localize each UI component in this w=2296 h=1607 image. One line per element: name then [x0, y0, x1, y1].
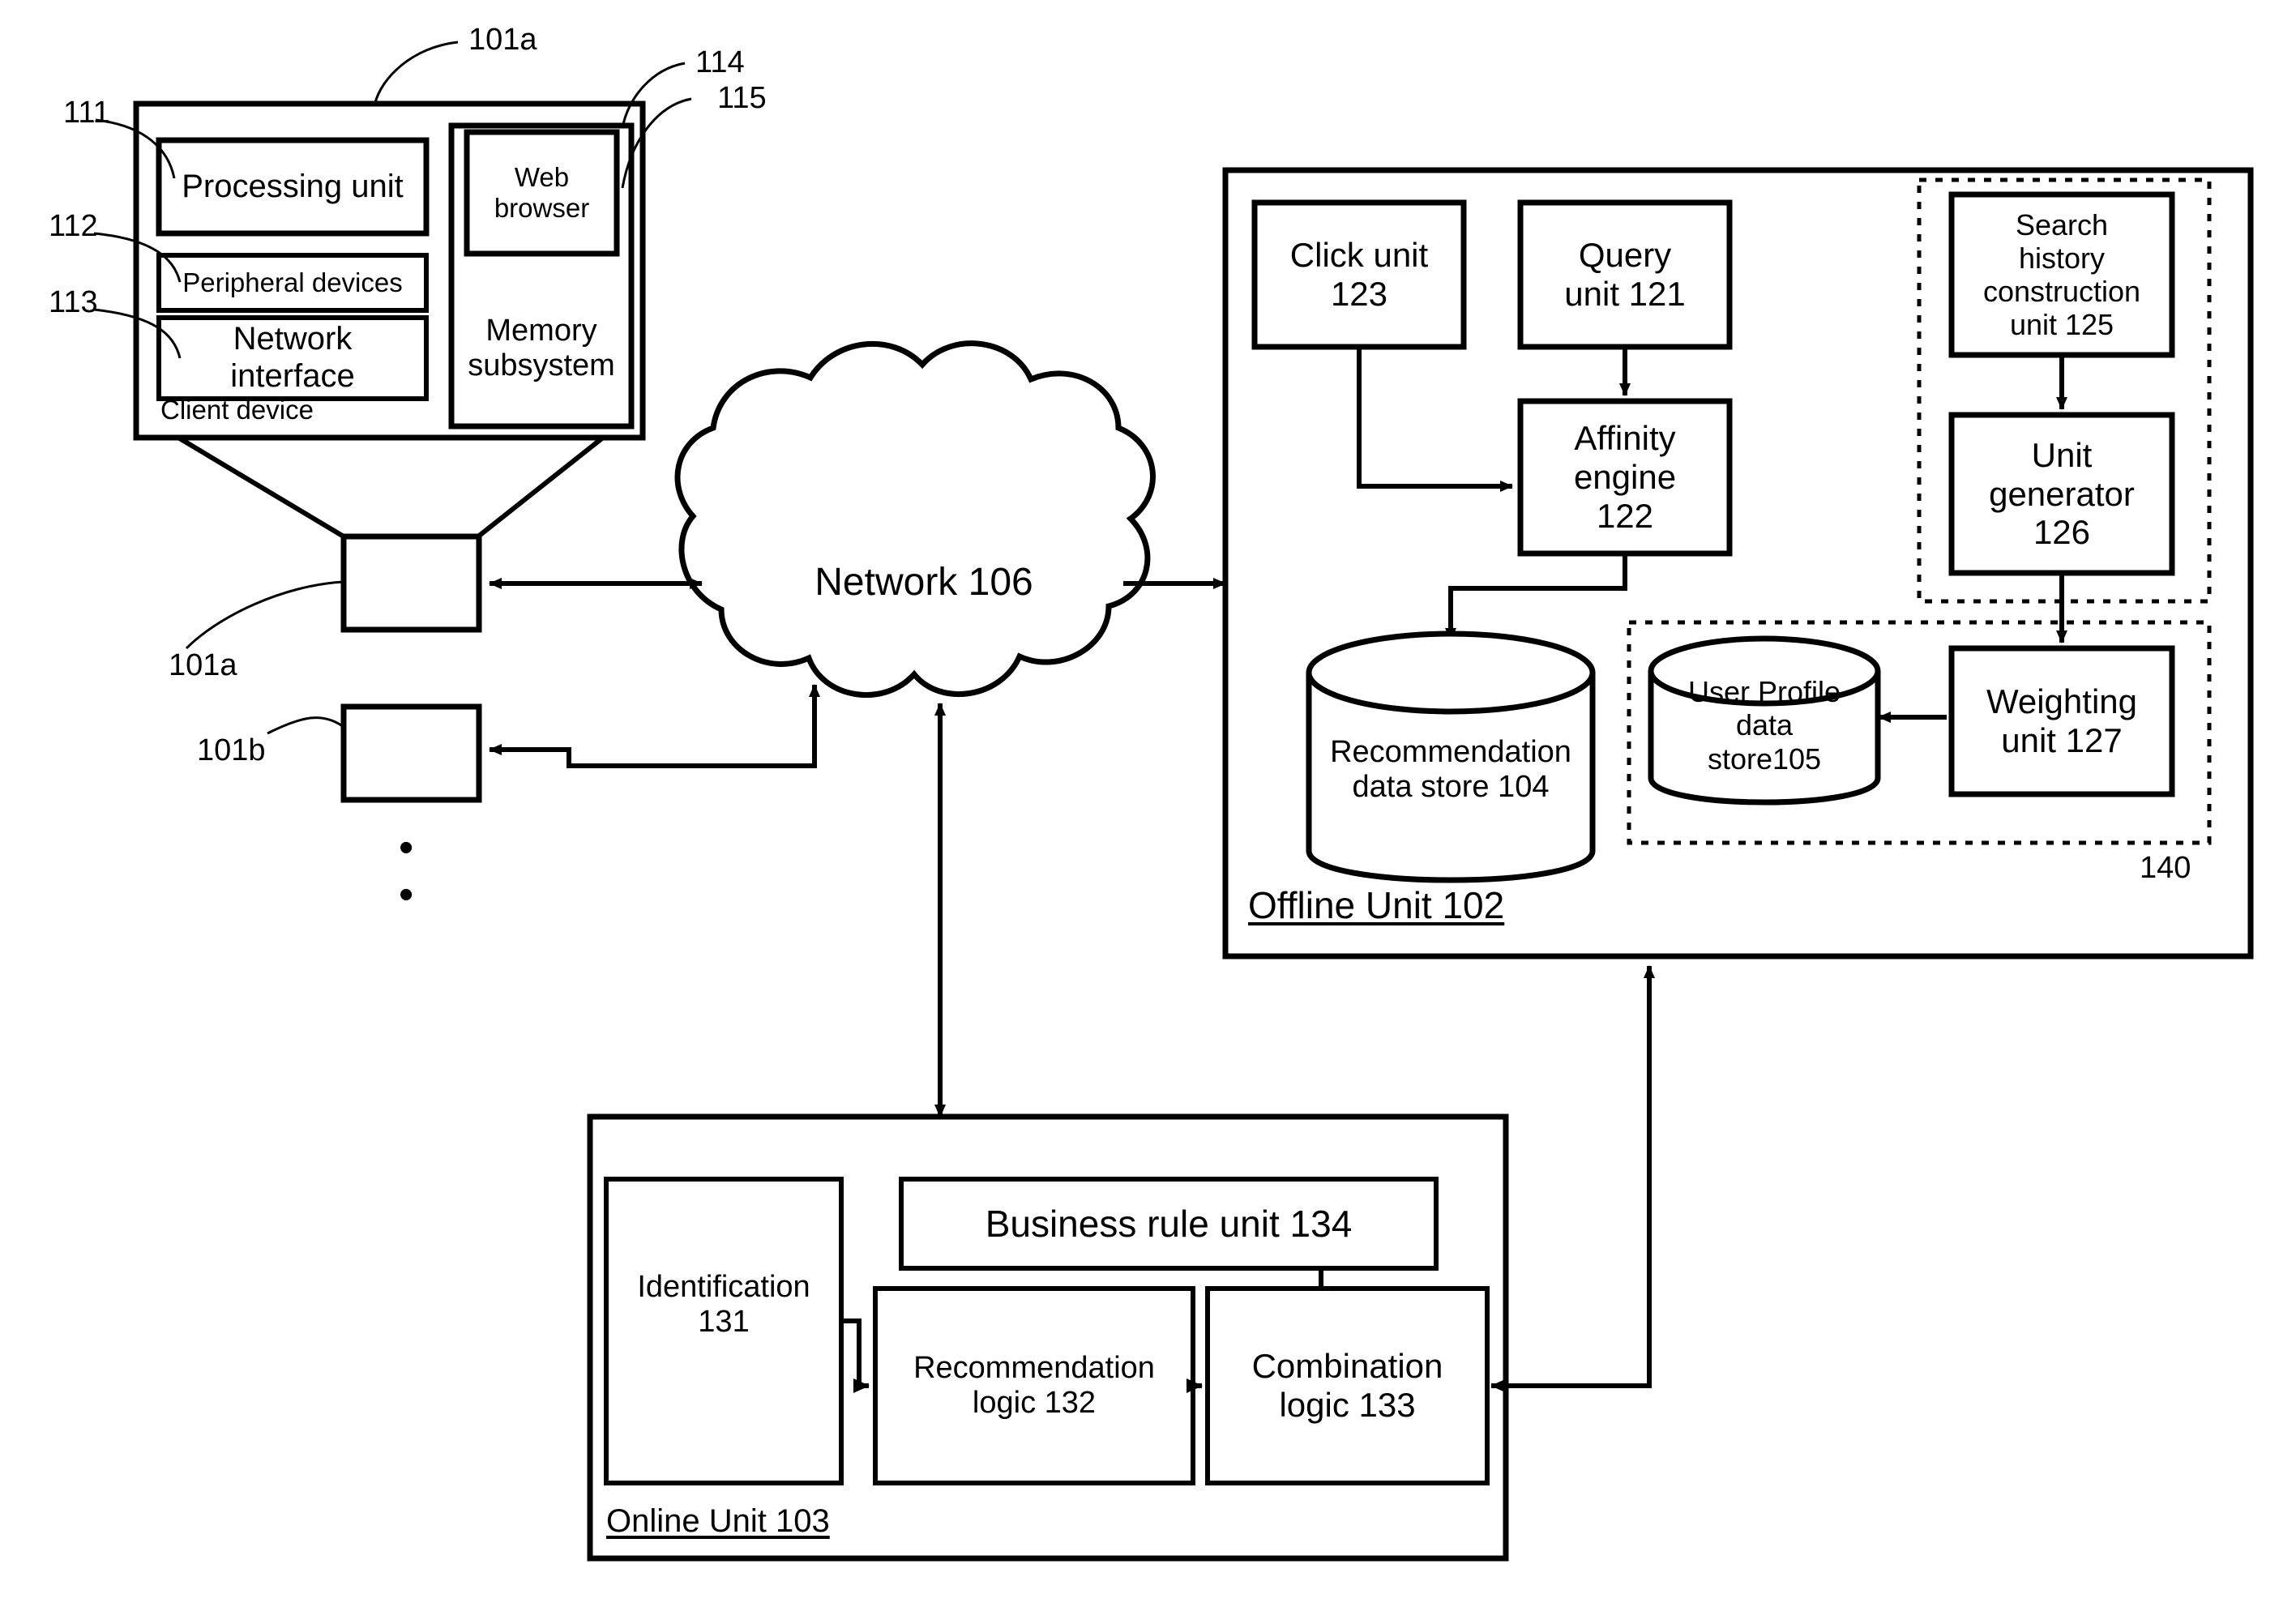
- network-interface-box-label: Network interface: [230, 321, 355, 394]
- offline-unit-title: Offline Unit 102: [1248, 884, 1505, 926]
- ref-label-101b-device: 101b: [197, 733, 266, 767]
- ref-label-140: 140: [2140, 851, 2191, 885]
- ref-label-101a-top: 101a: [468, 23, 537, 57]
- online-unit-title: Online Unit 103: [606, 1503, 830, 1539]
- user-profile-data-store-label: User Profile data store105: [1687, 675, 1841, 776]
- memory-subsystem-box-label: Memory subsystem: [468, 313, 615, 383]
- click-unit-box-label: Click unit 123: [1289, 236, 1429, 313]
- peripheral-devices-box-label: Peripheral devices: [182, 267, 403, 298]
- recommendation-logic-box-label: Recommendation logic 132: [913, 1350, 1155, 1420]
- unit-generator-box-label: Unit generator 126: [1989, 435, 2135, 552]
- ellipsis-dot-1: •: [399, 824, 414, 871]
- ref-label-114: 114: [695, 45, 745, 79]
- ref-label-111: 111: [63, 96, 110, 130]
- identification-box-label: Identification 131: [637, 1269, 810, 1339]
- query-unit-box-label: Query unit 121: [1564, 236, 1686, 313]
- processing-unit-box-label: Processing unit: [182, 168, 404, 204]
- client-device-label: Client device: [160, 395, 314, 425]
- combination-logic-box-label: Combination logic 133: [1251, 1347, 1443, 1424]
- search-history-construction-unit-box-label: Search history construction unit 125: [1982, 207, 2141, 342]
- business-rule-unit-box-label: Business rule unit 134: [985, 1202, 1353, 1245]
- ref-label-112: 112: [49, 209, 98, 243]
- web-browser-box-label: Web browser: [494, 162, 590, 223]
- weighting-unit-box-label: Weighting unit 127: [1986, 682, 2137, 759]
- recommendation-data-store-label: Recommendation data store 104: [1330, 734, 1571, 804]
- affinity-engine-box-label: Affinity engine 122: [1573, 419, 1677, 535]
- ref-label-113: 113: [49, 285, 98, 319]
- figure-canvas: 111 112 113 101a 114 115 Processing unit…: [0, 0, 2296, 1607]
- ref-label-115: 115: [717, 81, 767, 115]
- network-cloud-label: Network 106: [815, 560, 1033, 604]
- ref-label-101a-device: 101a: [169, 648, 237, 682]
- ellipsis-dot-2: •: [399, 871, 414, 918]
